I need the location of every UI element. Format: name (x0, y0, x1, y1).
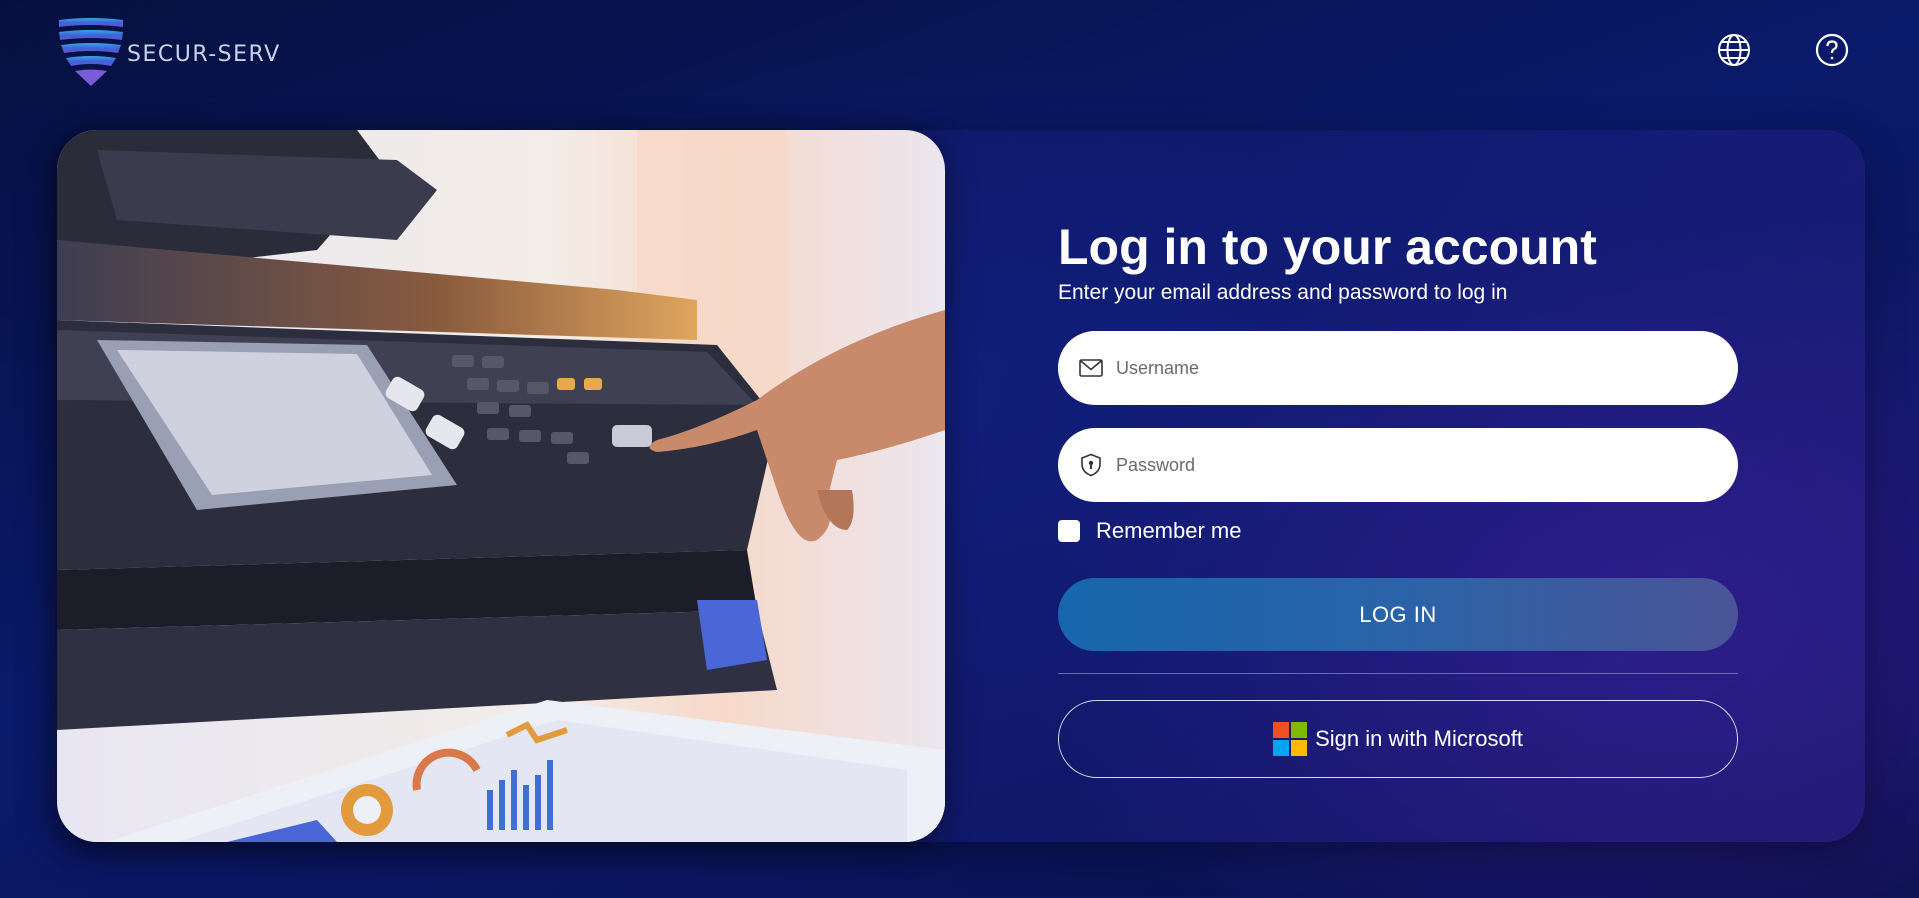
language-button[interactable] (1716, 32, 1752, 68)
shield-lock-icon (1078, 452, 1104, 478)
brand-logo[interactable]: SECUR-SERV (57, 18, 281, 90)
globe-icon (1718, 34, 1750, 66)
microsoft-sign-in-button[interactable]: Sign in with Microsoft (1058, 700, 1738, 778)
password-field[interactable] (1058, 428, 1738, 502)
username-input[interactable] (1116, 357, 1716, 379)
username-field[interactable] (1058, 331, 1738, 405)
microsoft-sign-in-label: Sign in with Microsoft (1315, 726, 1523, 751)
help-button[interactable] (1814, 32, 1850, 68)
login-button[interactable]: LOG IN (1058, 578, 1738, 651)
top-bar: SECUR-SERV (0, 0, 1919, 105)
page-title: Log in to your account (1058, 219, 1597, 275)
login-form: Log in to your account Enter your email … (1058, 218, 1738, 778)
password-input[interactable] (1116, 454, 1716, 476)
microsoft-logo-icon (1273, 722, 1308, 756)
remember-me[interactable]: Remember me (1058, 518, 1241, 544)
brand-name: SECUR-SERV (127, 41, 281, 67)
remember-me-checkbox[interactable] (1058, 520, 1080, 542)
printer-hero-image (57, 130, 945, 842)
page-subtitle: Enter your email address and password to… (1058, 281, 1508, 304)
shield-logo-icon (59, 18, 123, 86)
question-circle-icon (1815, 33, 1849, 67)
envelope-icon (1078, 355, 1104, 381)
remember-me-label[interactable]: Remember me (1096, 518, 1241, 544)
divider (1058, 673, 1738, 674)
